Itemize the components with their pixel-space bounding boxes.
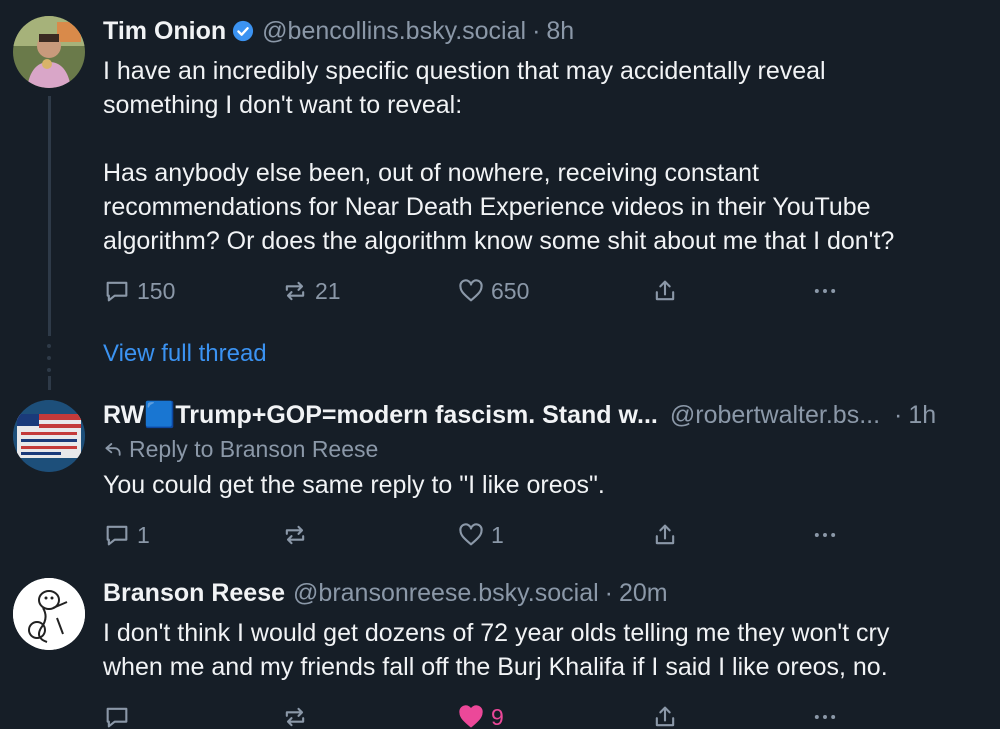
post-text: You could get the same reply to "I like … bbox=[103, 471, 605, 499]
reply-button[interactable]: 1 bbox=[103, 518, 150, 552]
author-handle[interactable]: @bencollins.bsky.social bbox=[262, 16, 526, 46]
reply-bubble-icon bbox=[106, 281, 128, 302]
post-text: I have an incredibly specific question t… bbox=[103, 57, 895, 255]
heart-icon bbox=[459, 279, 483, 302]
share-icon bbox=[655, 524, 675, 545]
author-name[interactable]: RW🟦Trump+GOP=modern fascism. Stand w... bbox=[103, 400, 658, 430]
thread-ellipsis bbox=[47, 344, 51, 380]
ellipsis-icon bbox=[814, 715, 836, 719]
post-time[interactable]: 8h bbox=[546, 16, 574, 46]
thread-feed: Tim Onion @bencollins.bsky.social · 8h I… bbox=[0, 0, 1000, 729]
post-time[interactable]: 20m bbox=[619, 578, 668, 608]
reply-button[interactable]: 150 bbox=[103, 274, 175, 308]
reply-count: 1 bbox=[137, 521, 150, 548]
separator-dot: · bbox=[532, 17, 541, 45]
reply-arrow-icon bbox=[105, 443, 121, 456]
ellipsis-icon bbox=[814, 533, 836, 537]
author-name[interactable]: Branson Reese bbox=[103, 578, 285, 608]
repost-icon bbox=[285, 707, 305, 727]
repost-count: 21 bbox=[315, 277, 341, 304]
post-time[interactable]: 1h bbox=[908, 400, 936, 430]
more-options-button[interactable] bbox=[811, 700, 839, 729]
like-count: 1 bbox=[491, 521, 504, 548]
repost-button[interactable] bbox=[281, 700, 309, 729]
avatar-cartoon-icon bbox=[13, 578, 85, 650]
avatar-photo-icon bbox=[13, 16, 85, 88]
post-text: I don't think I would get dozens of 72 y… bbox=[103, 619, 890, 681]
like-button[interactable]: 9 bbox=[457, 700, 504, 729]
like-button[interactable]: 650 bbox=[457, 274, 529, 308]
verified-badge-icon bbox=[232, 19, 254, 42]
like-button[interactable]: 1 bbox=[457, 518, 504, 552]
post-header: RW🟦Trump+GOP=modern fascism. Stand w... … bbox=[103, 400, 984, 430]
post-actions: 1 1 bbox=[103, 518, 984, 552]
share-button[interactable] bbox=[651, 700, 679, 729]
reply-count: 150 bbox=[137, 277, 176, 304]
post-header: Tim Onion @bencollins.bsky.social · 8h bbox=[103, 16, 984, 46]
repost-button[interactable]: 21 bbox=[281, 274, 341, 308]
heart-icon bbox=[459, 523, 483, 546]
reply-context[interactable]: Reply to Branson Reese bbox=[103, 434, 984, 464]
avatar[interactable] bbox=[13, 16, 85, 88]
ellipsis-icon bbox=[814, 289, 836, 293]
repost-button[interactable] bbox=[281, 518, 309, 552]
post-actions: 9 bbox=[103, 700, 984, 729]
more-options-button[interactable] bbox=[811, 518, 839, 552]
like-count: 9 bbox=[491, 703, 504, 729]
avatar[interactable] bbox=[13, 400, 85, 472]
thread-line-connector bbox=[48, 376, 51, 390]
separator-dot: · bbox=[894, 401, 903, 429]
more-options-button[interactable] bbox=[811, 274, 839, 308]
reply-to-label: Reply to Branson Reese bbox=[129, 436, 379, 462]
repost-icon bbox=[285, 525, 305, 545]
author-handle[interactable]: @robertwalter.bs... bbox=[670, 400, 880, 430]
reply-bubble-icon bbox=[106, 707, 128, 728]
share-icon bbox=[655, 280, 675, 301]
post-actions: 150 21 650 bbox=[103, 274, 984, 308]
author-handle[interactable]: @bransonreese.bsky.social bbox=[293, 578, 599, 608]
reply-button[interactable] bbox=[103, 700, 131, 729]
separator-dot: · bbox=[604, 579, 613, 607]
view-full-thread-link[interactable]: View full thread bbox=[103, 340, 267, 368]
avatar[interactable] bbox=[13, 578, 85, 650]
post-header: Branson Reese @bransonreese.bsky.social … bbox=[103, 578, 984, 608]
share-icon bbox=[655, 706, 675, 727]
reply-bubble-icon bbox=[106, 525, 128, 546]
heart-filled-icon bbox=[459, 705, 483, 728]
like-count: 650 bbox=[491, 277, 530, 304]
thread-line bbox=[48, 96, 51, 336]
author-name[interactable]: Tim Onion bbox=[103, 16, 226, 46]
avatar-sign-icon bbox=[13, 400, 85, 472]
share-button[interactable] bbox=[651, 274, 679, 308]
share-button[interactable] bbox=[651, 518, 679, 552]
repost-icon bbox=[285, 281, 305, 301]
